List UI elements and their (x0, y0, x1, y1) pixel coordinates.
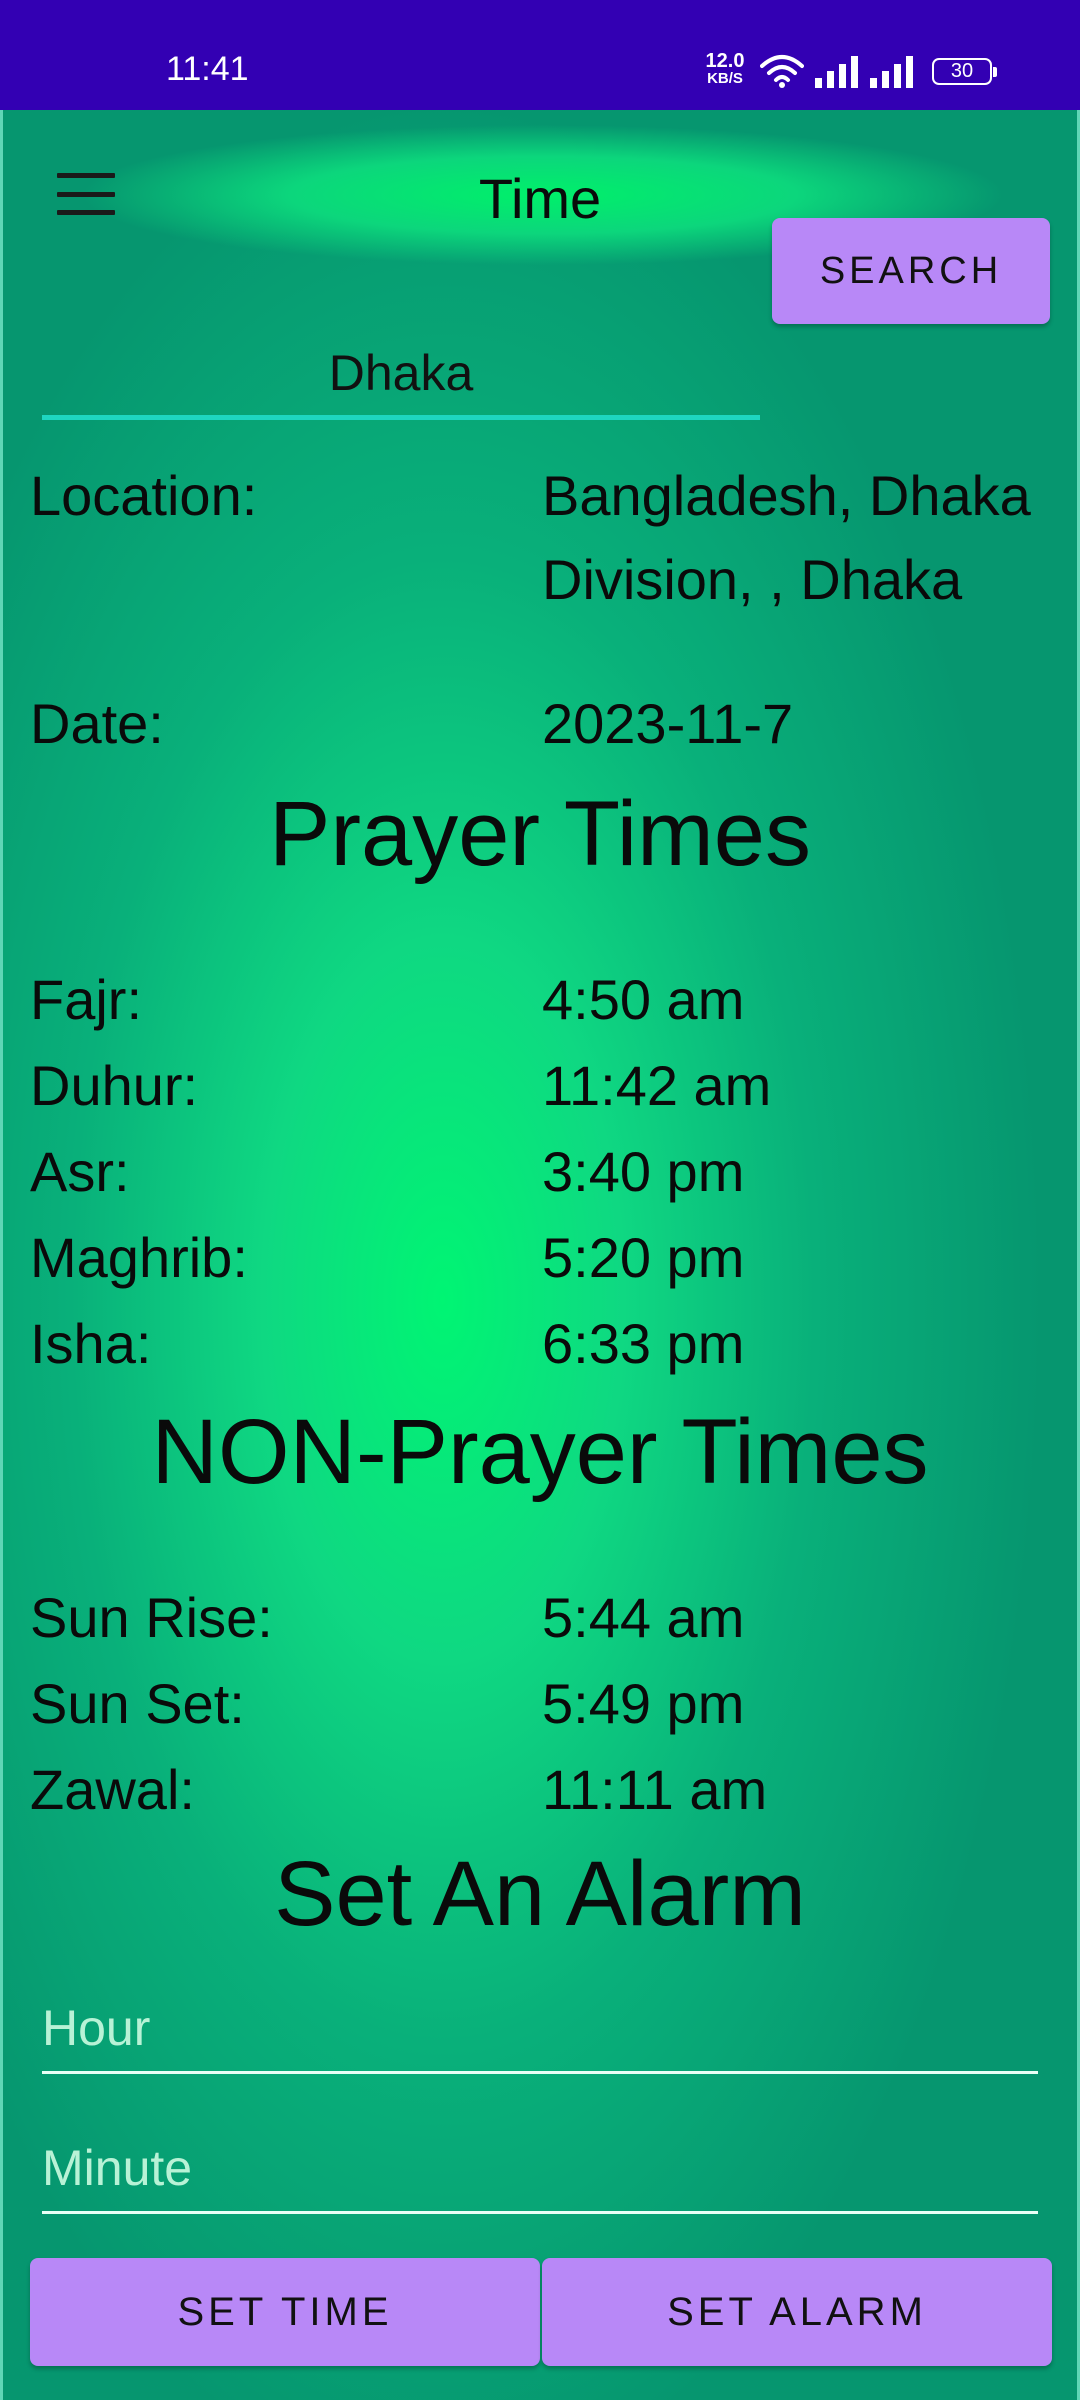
prayer-times-title: Prayer Times (269, 783, 811, 885)
network-speed-value: 12.0 (705, 50, 745, 72)
search-input[interactable] (42, 330, 760, 420)
signal-icon (815, 56, 858, 88)
date-label: Date: (30, 692, 164, 755)
prayer-time: 3:40 pm (542, 1140, 745, 1203)
set-alarm-title: Set An Alarm (274, 1843, 806, 1945)
status-bar: 11:41 12.0 KB/S 30 (0, 0, 1080, 110)
set-alarm-button[interactable]: SET ALARM (542, 2258, 1052, 2366)
prayer-label: Duhur: (30, 1054, 199, 1117)
prayer-time: 6:33 pm (542, 1312, 745, 1375)
date-value: 2023-11-7 (542, 692, 794, 755)
location-row: Location: Bangladesh, Dhaka Division, , … (30, 454, 1060, 624)
minute-input[interactable] (42, 2124, 1038, 2214)
prayer-label: Asr: (30, 1140, 130, 1203)
prayer-time: 4:50 am (542, 968, 745, 1031)
prayer-time: 11:42 am (542, 1054, 772, 1117)
hour-input[interactable] (42, 1984, 1038, 2074)
network-speed: 12.0 KB/S (700, 50, 750, 88)
location-label: Location: (30, 464, 258, 527)
non-prayer-label: Zawal: (30, 1758, 195, 1821)
search-button[interactable]: SEARCH (772, 218, 1050, 324)
prayer-label: Maghrib: (30, 1226, 248, 1289)
location-value: Bangladesh, Dhaka Division, , Dhaka (542, 464, 1031, 611)
non-prayer-time: 11:11 am (542, 1758, 768, 1821)
set-time-button[interactable]: SET TIME (30, 2258, 540, 2366)
network-speed-unit: KB/S (707, 70, 743, 87)
non-prayer-time: 5:44 am (542, 1586, 745, 1649)
signal-icon (870, 56, 913, 88)
battery-icon: 30 (932, 58, 997, 85)
non-prayer-label: Sun Rise: (30, 1586, 273, 1649)
non-prayer-time: 5:49 pm (542, 1672, 745, 1735)
prayer-time: 5:20 pm (542, 1226, 745, 1289)
non-prayer-label: Sun Set: (30, 1672, 245, 1735)
non-prayer-times-title: NON-Prayer Times (151, 1401, 929, 1503)
wifi-icon (760, 55, 804, 88)
status-time: 11:41 (166, 50, 249, 88)
prayer-label: Isha: (30, 1312, 152, 1375)
prayer-label: Fajr: (30, 968, 142, 1031)
